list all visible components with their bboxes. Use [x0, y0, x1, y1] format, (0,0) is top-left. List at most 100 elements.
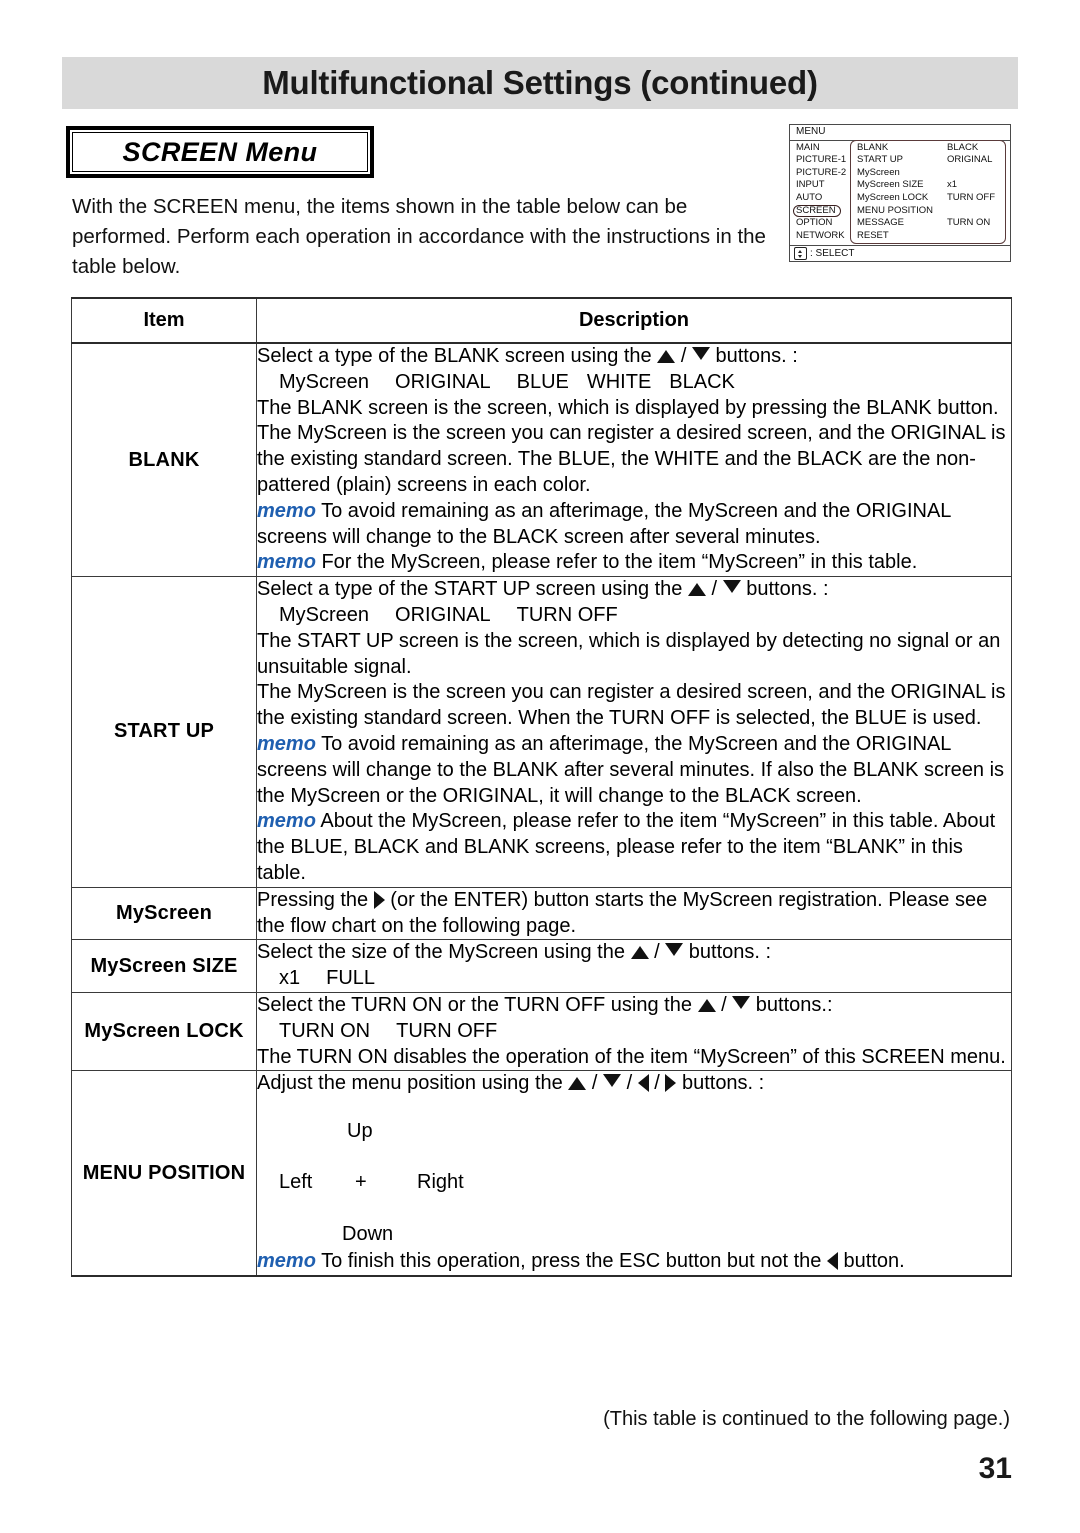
arrow-up-icon: [568, 1077, 587, 1091]
table-row-myscreen-size: MyScreen SIZE Select the size of the MyS…: [71, 939, 1012, 993]
memo-label: memo: [257, 732, 316, 755]
myscreen-size-option-x1: x1: [279, 967, 301, 990]
osd-entry-panel: BLANK START UP MyScreen MyScreen SIZE My…: [850, 139, 1006, 245]
arrow-right-icon: [373, 890, 385, 909]
table-row-start-up: START UP Select a type of the START UP s…: [71, 576, 1012, 888]
osd-selection-highlight: SCREEN: [793, 204, 841, 218]
myscreen-lock-option-turn-on: TURN ON: [279, 1019, 371, 1042]
myscreen-size-option-full: FULL: [326, 967, 376, 990]
arrow-down-icon: [722, 580, 741, 594]
myscreen-size-instruction-line: Select the size of the MyScreen using th…: [257, 941, 772, 964]
arrow-up-icon: [687, 583, 706, 597]
menu-position-down-label: Down: [342, 1223, 394, 1246]
arrow-up-icon: [657, 350, 676, 363]
arrow-down-icon: [691, 347, 710, 360]
blank-paragraph-1: The BLANK screen is the screen, which is…: [257, 396, 999, 419]
osd-body: MAIN PICTURE-1 PICTURE-2 INPUT AUTO SCRE…: [790, 139, 1010, 246]
osd-category-column: MAIN PICTURE-1 PICTURE-2 INPUT AUTO SCRE…: [790, 142, 852, 245]
osd-category-picture-2: PICTURE-2: [796, 166, 847, 178]
myscreen-size-option-list: x1 FULL: [257, 966, 1011, 992]
continued-note: (This table is continued to the followin…: [603, 1408, 1010, 1430]
menu-position-right-label: Right: [417, 1171, 464, 1194]
start-up-paragraph-1: The START UP screen is the screen, which…: [257, 629, 1001, 678]
osd-entry-name-menu-position: MENU POSITION: [857, 204, 934, 216]
osd-category-picture-1: PICTURE-1: [796, 154, 847, 166]
menu-position-diagram: Up Left + Right Down: [257, 1097, 1011, 1249]
osd-titlebar: MENU: [790, 125, 1010, 141]
menu-position-up-label: Up: [347, 1120, 373, 1143]
table-row-menu-position: MENU POSITION Adjust the menu position u…: [71, 1070, 1012, 1277]
table-header-item: Item: [71, 297, 257, 344]
blank-option-black: BLACK: [669, 370, 735, 393]
arrow-down-icon: [603, 1074, 622, 1088]
osd-category-auto: AUTO: [796, 191, 823, 203]
row-description-blank: Select a type of the BLANK screen using …: [256, 342, 1012, 578]
start-up-option-original: ORIGINAL: [395, 603, 491, 626]
row-description-menu-position: Adjust the menu position using the / / /…: [256, 1070, 1012, 1277]
blank-option-original: ORIGINAL: [395, 370, 491, 393]
menu-position-instruction-line: Adjust the menu position using the / / /…: [257, 1072, 765, 1095]
arrow-up-icon: [697, 998, 716, 1012]
osd-entry-value-menu-position: [947, 205, 1005, 218]
osd-entry-name-myscreen: MyScreen: [857, 166, 900, 178]
row-item-myscreen-size: MyScreen SIZE: [71, 939, 257, 993]
osd-entry-name-start-up: START UP: [857, 154, 903, 166]
menu-position-center-label: +: [355, 1171, 367, 1194]
myscreen-lock-option-turn-off: TURN OFF: [396, 1019, 498, 1042]
blank-option-list: MyScreen ORIGINAL BLUE WHITE BLACK: [257, 370, 1011, 396]
row-item-myscreen: MyScreen: [71, 886, 257, 941]
osd-entry-value-message: TURN ON: [947, 217, 991, 229]
osd-entry-name-myscreen-size: MyScreen SIZE: [857, 179, 924, 191]
myscreen-lock-option-list: TURN ON TURN OFF: [257, 1019, 1011, 1045]
row-item-menu-position: MENU POSITION: [71, 1070, 257, 1277]
osd-footer: : SELECT: [790, 245, 1010, 261]
osd-entry-name-myscreen-lock: MyScreen LOCK: [857, 191, 929, 203]
row-item-blank: BLANK: [71, 342, 257, 578]
table-row-myscreen: MyScreen Pressing the (or the ENTER) but…: [71, 886, 1012, 941]
arrow-left-icon: [637, 1074, 649, 1093]
memo-label: memo: [257, 551, 316, 574]
osd-category-option: OPTION: [796, 217, 833, 229]
osd-footer-label: : SELECT: [810, 247, 855, 259]
arrow-left-icon: [826, 1252, 838, 1271]
start-up-instruction-line: Select a type of the START UP screen usi…: [257, 578, 829, 601]
row-description-myscreen-lock: Select the TURN ON or the TURN OFF using…: [256, 991, 1012, 1072]
row-item-start-up: START UP: [71, 576, 257, 888]
table-header-row: Item Description: [71, 297, 1012, 344]
osd-entry-name-blank: BLANK: [857, 141, 889, 153]
arrow-right-icon: [665, 1074, 677, 1093]
select-dpad-icon: [794, 247, 807, 261]
osd-entry-value-start-up: ORIGINAL: [947, 154, 993, 166]
osd-entry-value-column: BLACK ORIGINAL x1 TURN OFF TURN ON: [947, 142, 1005, 243]
osd-entry-value-myscreen-lock: TURN OFF: [947, 191, 996, 203]
start-up-paragraph-2: The MyScreen is the screen you can regis…: [257, 681, 1006, 730]
table-row-blank: BLANK Select a type of the BLANK screen …: [71, 342, 1012, 578]
osd-category-screen-selected: SCREEN: [793, 204, 852, 218]
page-title: Multifunctional Settings (continued): [262, 64, 818, 101]
osd-entry-name-message: MESSAGE: [857, 217, 904, 229]
osd-entry-value-reset: [947, 230, 1005, 243]
page-number: 31: [978, 1452, 1012, 1485]
blank-memo-1: memo To avoid remaining as an afterimage…: [257, 499, 951, 548]
row-description-start-up: Select a type of the START UP screen usi…: [256, 576, 1012, 888]
blank-instruction-line: Select a type of the BLANK screen using …: [257, 345, 798, 367]
osd-category-main: MAIN: [796, 141, 820, 153]
row-item-myscreen-lock: MyScreen LOCK: [71, 991, 257, 1072]
osd-menu-diagram: MENU MAIN PICTURE-1 PICTURE-2 INPUT AUTO…: [789, 124, 1011, 263]
page-header-band: Multifunctional Settings (continued): [62, 57, 1018, 109]
start-up-option-myscreen: MyScreen: [279, 603, 370, 626]
intro-paragraph: With the SCREEN menu, the items shown in…: [72, 195, 766, 278]
osd-entry-name-reset: RESET: [857, 229, 889, 241]
memo-label: memo: [257, 1250, 316, 1273]
screen-menu-table: Item Description BLANK Select a type of …: [71, 297, 1012, 1277]
arrow-down-icon: [732, 995, 751, 1009]
osd-entry-name-column: BLANK START UP MyScreen MyScreen SIZE My…: [857, 142, 947, 243]
start-up-option-turn-off: TURN OFF: [516, 603, 618, 626]
menu-position-memo-1: memo To finish this operation, press the…: [257, 1250, 905, 1273]
row-description-myscreen: Pressing the (or the ENTER) button start…: [256, 886, 1012, 941]
table-header-description: Description: [256, 297, 1012, 344]
osd-entry-value-blank: BLACK: [947, 141, 979, 153]
section-title-label: SCREEN Menu: [122, 137, 318, 167]
osd-entry-value-myscreen: [947, 167, 1005, 180]
start-up-memo-2: memo About the MyScreen, please refer to…: [257, 810, 996, 884]
